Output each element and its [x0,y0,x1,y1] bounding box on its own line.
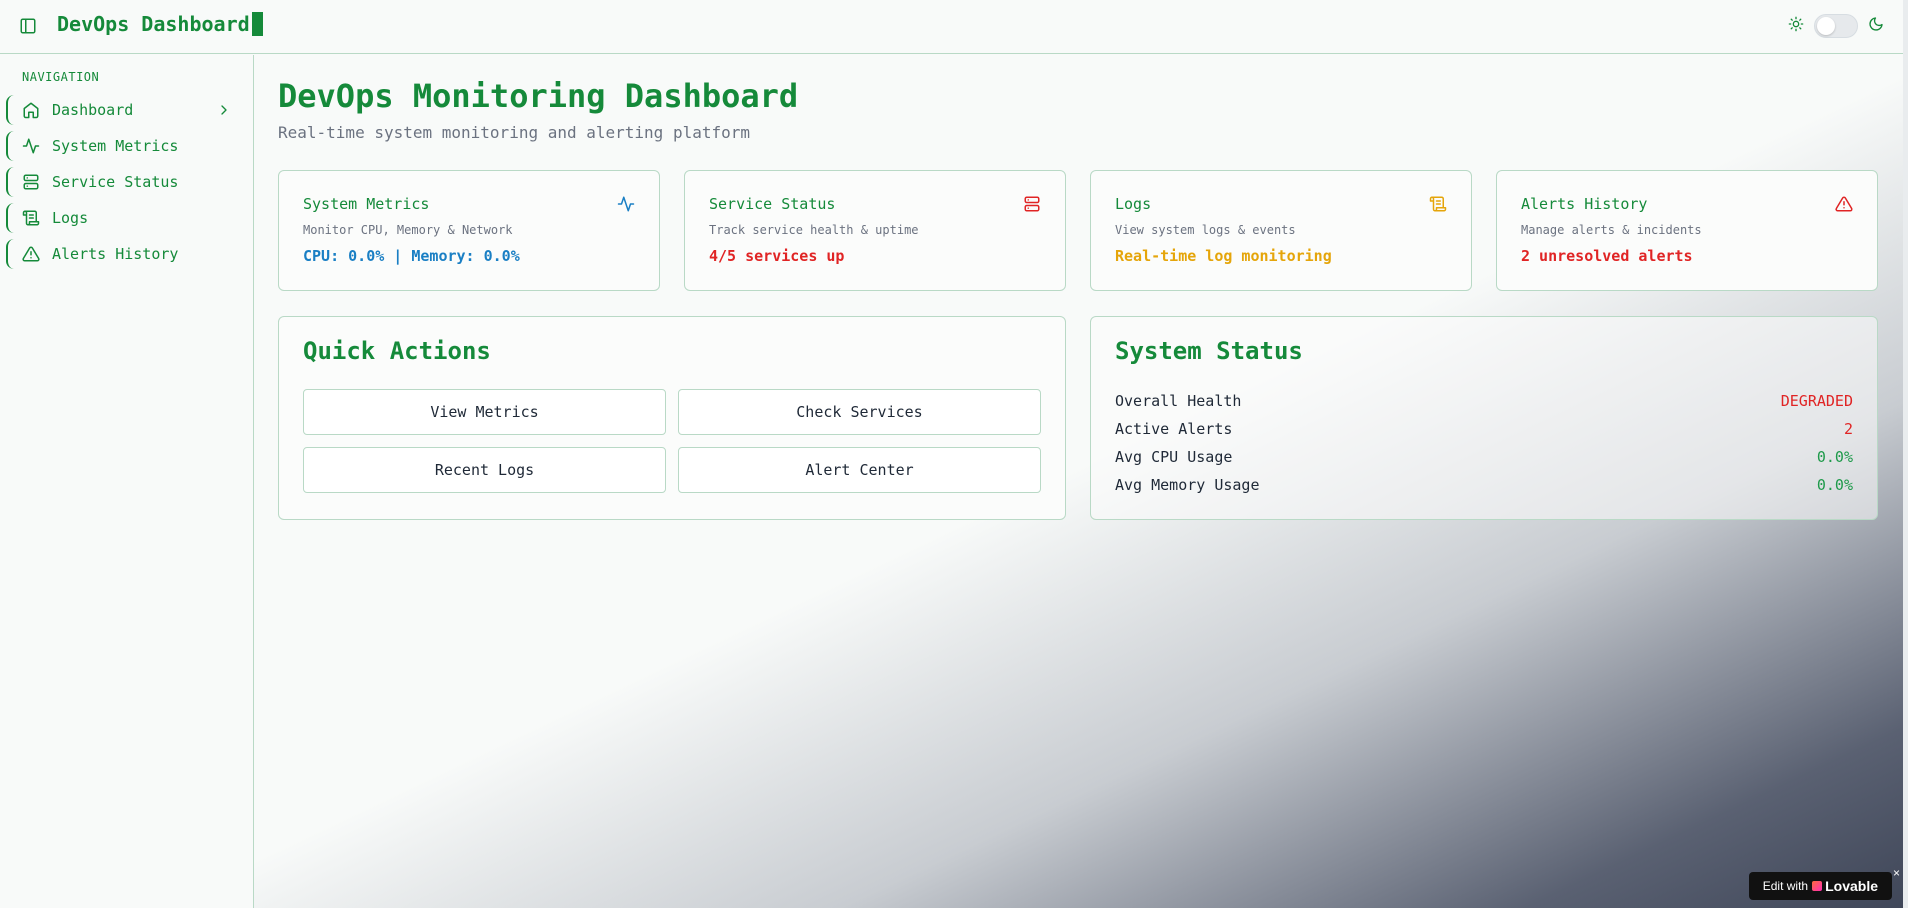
card-value: 4/5 services up [709,247,845,265]
nav-list: Dashboard System Metrics Service Status … [6,95,246,275]
card-title: Logs [1115,195,1152,213]
app-title-text: DevOps Dashboard [57,12,250,36]
page-title: DevOps Monitoring Dashboard [278,77,799,115]
activity-icon [22,137,40,155]
card-description: Monitor CPU, Memory & Network [303,223,513,237]
quick-actions-grid: View Metrics Check Services Recent Logs … [303,389,1043,493]
sidebar-item-logs[interactable]: Logs [6,203,246,233]
sidebar-item-dashboard[interactable]: Dashboard [6,95,246,125]
chevron-right-icon [216,102,232,118]
theme-toggle-knob [1817,17,1835,35]
card-value: CPU: 0.0% | Memory: 0.0% [303,247,520,265]
moon-icon [1868,16,1884,36]
app-title: DevOps Dashboard [57,12,263,36]
card-service-status[interactable]: Service Status Track service health & up… [684,170,1066,291]
status-rows: Overall Health DEGRADED Active Alerts 2 … [1115,387,1853,499]
status-value: 2 [1843,420,1853,438]
check-services-button[interactable]: Check Services [678,389,1041,435]
panel-title: Quick Actions [303,337,491,365]
alert-triangle-icon [22,245,40,263]
alert-center-button[interactable]: Alert Center [678,447,1041,493]
status-label: Avg CPU Usage [1115,448,1233,466]
sidebar-item-label: System Metrics [52,137,179,155]
nav-heading: NAVIGATION [22,70,100,84]
card-value: Real-time log monitoring [1115,247,1332,265]
page-subtitle: Real-time system monitoring and alerting… [278,123,751,142]
server-icon [1023,195,1041,213]
sidebar-item-system-metrics[interactable]: System Metrics [6,131,246,161]
card-description: Track service health & uptime [709,223,919,237]
sun-icon [1788,16,1804,36]
badge-prefix: Edit with [1762,879,1809,893]
top-header: DevOps Dashboard [0,0,1903,54]
sidebar-panel-icon[interactable] [19,17,37,35]
status-row-overall-health: Overall Health DEGRADED [1115,387,1853,415]
card-system-metrics[interactable]: System Metrics Monitor CPU, Memory & Net… [278,170,660,291]
status-label: Overall Health [1115,392,1242,410]
view-metrics-button[interactable]: View Metrics [303,389,666,435]
sidebar-item-alerts-history[interactable]: Alerts History [6,239,246,269]
close-icon[interactable]: × [1893,866,1900,880]
recent-logs-button[interactable]: Recent Logs [303,447,666,493]
card-title: Service Status [709,195,836,213]
scrollbar[interactable] [1903,0,1908,908]
sidebar: NAVIGATION Dashboard System Metrics Serv… [0,55,254,908]
alert-triangle-icon [1835,195,1853,213]
status-value: 0.0% [1816,448,1853,466]
theme-toggle[interactable] [1814,14,1858,38]
status-value: 0.0% [1816,476,1853,494]
status-row-avg-memory: Avg Memory Usage 0.0% [1115,471,1853,499]
badge-brand-text: Lovable [1825,878,1878,894]
text-cursor [251,12,263,36]
sidebar-item-service-status[interactable]: Service Status [6,167,246,197]
system-status-panel: System Status Overall Health DEGRADED Ac… [1090,316,1878,520]
card-value: 2 unresolved alerts [1521,247,1693,265]
card-alerts-history[interactable]: Alerts History Manage alerts & incidents… [1496,170,1878,291]
sidebar-item-label: Logs [52,209,89,227]
card-description: Manage alerts & incidents [1521,223,1702,237]
status-row-active-alerts: Active Alerts 2 [1115,415,1853,443]
status-label: Avg Memory Usage [1115,476,1260,494]
sidebar-item-label: Dashboard [52,101,134,119]
badge-brand: Lovable [1812,878,1878,894]
home-icon [22,101,40,119]
card-description: View system logs & events [1115,223,1296,237]
quick-actions-panel: Quick Actions View Metrics Check Service… [278,316,1066,520]
panel-title: System Status [1115,337,1303,365]
sidebar-item-label: Service Status [52,173,179,191]
card-logs[interactable]: Logs View system logs & events Real-time… [1090,170,1472,291]
activity-icon [617,195,635,213]
status-value: DEGRADED [1780,392,1853,410]
card-title: System Metrics [303,195,430,213]
edit-with-lovable-badge[interactable]: Edit with Lovable × [1748,866,1900,900]
scroll-icon [1429,195,1447,213]
theme-controls [1788,14,1884,38]
scroll-icon [22,209,40,227]
sidebar-item-label: Alerts History [52,245,179,263]
server-icon [22,173,40,191]
lovable-logo-icon [1812,881,1823,891]
card-title: Alerts History [1521,195,1648,213]
status-row-avg-cpu: Avg CPU Usage 0.0% [1115,443,1853,471]
status-label: Active Alerts [1115,420,1233,438]
